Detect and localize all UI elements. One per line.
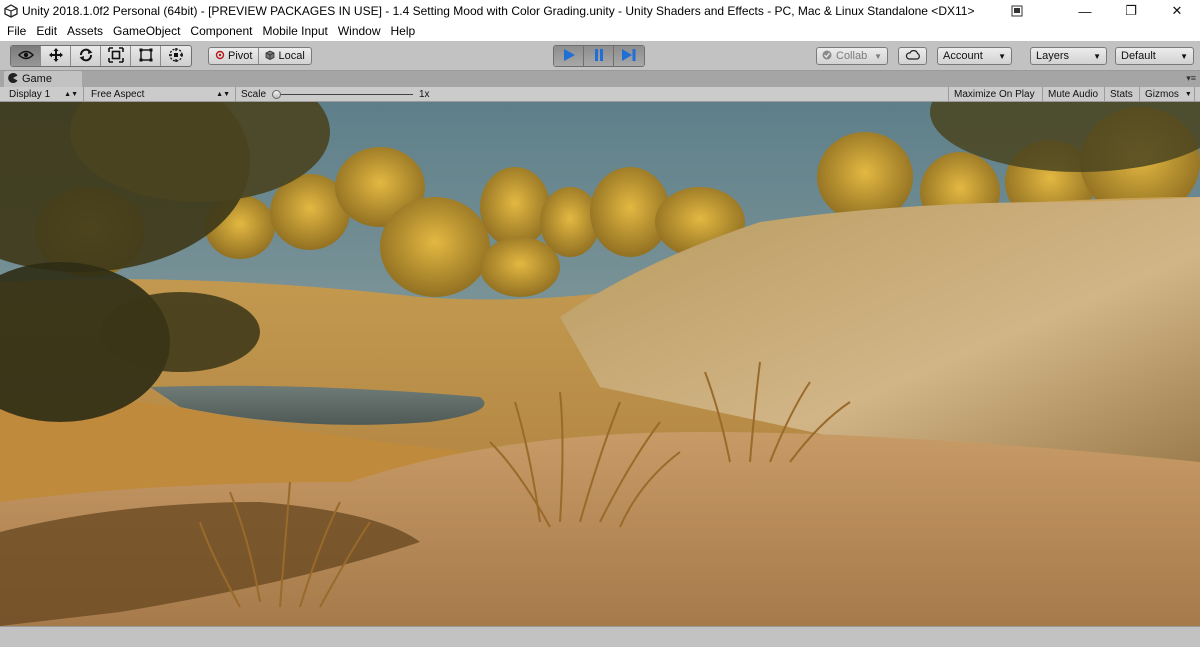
play-button[interactable]	[554, 46, 584, 66]
updown-arrow-icon: ▲▼	[64, 91, 78, 98]
game-view-toolbar: Display 1 ▲▼ Free Aspect ▲▼ Scale 1x Max…	[0, 87, 1200, 102]
pivot-icon	[215, 50, 225, 63]
stats-toggle[interactable]: Stats	[1105, 87, 1140, 102]
step-icon	[622, 48, 636, 64]
display-dropdown[interactable]: Display 1 ▲▼	[4, 87, 84, 102]
transform-tools	[10, 45, 192, 67]
scale-tool-button[interactable]	[101, 46, 131, 66]
scale-label: Scale	[241, 89, 267, 100]
pivot-label: Pivot	[228, 50, 253, 62]
tab-game[interactable]: Game	[4, 71, 82, 87]
pivot-local-group: Pivot Local	[208, 47, 312, 65]
menu-component[interactable]: Component	[185, 22, 257, 41]
transform-tool-button[interactable]	[161, 46, 191, 66]
dropdown-arrow-icon: ▼	[998, 51, 1006, 61]
layout-label: Default	[1121, 50, 1156, 62]
menu-mobile-input[interactable]: Mobile Input	[257, 22, 332, 41]
maximize-button[interactable]: ❐	[1108, 0, 1154, 22]
aspect-dropdown[interactable]: Free Aspect ▲▼	[86, 87, 236, 102]
local-button[interactable]: Local	[259, 48, 310, 64]
display-label: Display 1	[9, 89, 51, 100]
dropdown-arrow-icon: ▼	[874, 51, 882, 61]
tab-strip: Game ▾≡	[0, 71, 1200, 87]
gizmos-label: Gizmos	[1145, 89, 1179, 100]
local-label: Local	[278, 50, 305, 62]
rotate-icon	[78, 47, 94, 66]
menu-bar: File Edit Assets GameObject Component Mo…	[0, 22, 1200, 41]
minimize-button[interactable]: —	[1062, 0, 1108, 22]
cloud-icon	[905, 49, 921, 63]
dropdown-arrow-icon: ▼	[1184, 91, 1192, 98]
gizmos-dropdown[interactable]: Gizmos ▼	[1140, 87, 1195, 102]
close-button[interactable]: ✕	[1154, 0, 1200, 22]
menu-gameobject[interactable]: GameObject	[108, 22, 185, 41]
updown-arrow-icon: ▲▼	[216, 91, 230, 98]
transform-icon	[168, 47, 184, 66]
account-label: Account	[943, 50, 983, 62]
unity-logo-icon	[0, 0, 22, 22]
maximize-on-play-toggle[interactable]: Maximize On Play	[948, 87, 1043, 102]
play-icon	[563, 48, 575, 64]
scale-icon	[107, 46, 124, 66]
status-bar	[0, 626, 1200, 647]
mute-audio-toggle[interactable]: Mute Audio	[1043, 87, 1105, 102]
tab-menu-icon[interactable]: ▾≡	[1186, 73, 1196, 84]
checkmark-icon	[822, 50, 832, 63]
collab-label: Collab	[836, 50, 868, 62]
scale-slider-thumb[interactable]	[272, 90, 281, 99]
pivot-button[interactable]: Pivot	[209, 48, 260, 64]
step-button[interactable]	[614, 46, 644, 66]
menu-help[interactable]: Help	[386, 22, 421, 41]
move-icon	[48, 47, 64, 66]
scene-image	[0, 102, 1200, 626]
collab-button[interactable]: Collab ▼	[816, 47, 888, 65]
tab-game-label: Game	[22, 73, 52, 85]
rect-icon	[138, 47, 154, 66]
pause-icon	[593, 48, 605, 64]
dropdown-arrow-icon: ▼	[1180, 51, 1188, 61]
game-view-render[interactable]	[0, 102, 1200, 626]
view-tool-button[interactable]	[11, 46, 41, 66]
local-cube-icon	[265, 50, 275, 63]
rect-tool-button[interactable]	[131, 46, 161, 66]
window-extra-icon[interactable]	[1002, 0, 1032, 22]
scale-value: 1x	[419, 89, 430, 100]
move-tool-button[interactable]	[41, 46, 71, 66]
menu-window[interactable]: Window	[333, 22, 386, 41]
layers-dropdown[interactable]: Layers ▼	[1030, 47, 1107, 65]
eye-icon	[17, 49, 34, 64]
layout-dropdown[interactable]: Default ▼	[1115, 47, 1194, 65]
layers-label: Layers	[1036, 50, 1070, 62]
play-controls	[553, 45, 645, 67]
game-pacman-icon	[8, 72, 18, 86]
account-dropdown[interactable]: Account ▼	[937, 47, 1012, 65]
aspect-label: Free Aspect	[91, 89, 145, 100]
pause-button[interactable]	[584, 46, 614, 66]
window-title: Unity 2018.1.0f2 Personal (64bit) - [PRE…	[22, 4, 975, 18]
menu-file[interactable]: File	[2, 22, 31, 41]
dropdown-arrow-icon: ▼	[1093, 51, 1101, 61]
main-toolbar: Pivot Local Collab ▼ Account ▼ Layers ▼ …	[0, 41, 1200, 71]
scale-slider-track[interactable]	[281, 94, 413, 95]
rotate-tool-button[interactable]	[71, 46, 101, 66]
title-bar: Unity 2018.1.0f2 Personal (64bit) - [PRE…	[0, 0, 1200, 22]
cloud-button[interactable]	[898, 47, 927, 65]
menu-assets[interactable]: Assets	[62, 22, 108, 41]
menu-edit[interactable]: Edit	[31, 22, 62, 41]
